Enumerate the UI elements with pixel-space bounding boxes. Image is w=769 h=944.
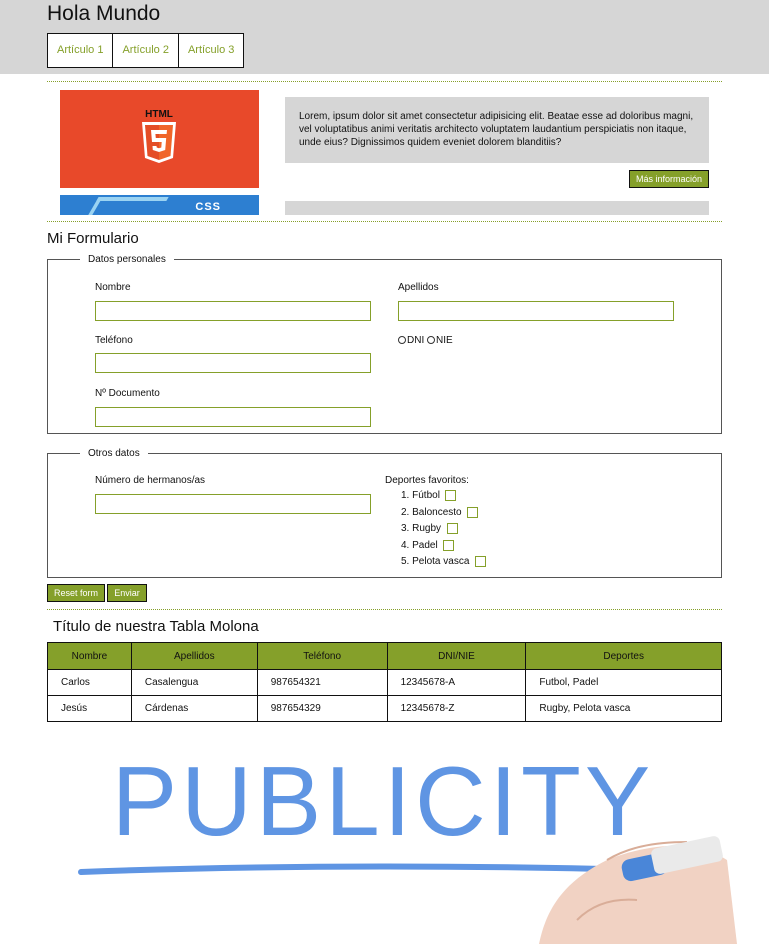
form-title: Mi Formulario: [47, 230, 139, 247]
column-header: Apellidos: [130, 642, 258, 670]
divider: [47, 81, 722, 82]
documento-label: Nº Documento: [95, 388, 160, 399]
nombre-input[interactable]: [95, 301, 371, 321]
html5-shield-icon: HTML: [142, 109, 176, 163]
divider: [47, 221, 722, 222]
css3-image: CSS: [60, 195, 259, 215]
sport-item: 3. Rugby: [401, 523, 458, 534]
html5-image: HTML: [60, 90, 259, 188]
telefono-label: Teléfono: [95, 335, 133, 346]
divider: [47, 609, 722, 610]
css3-logo-icon: [81, 197, 169, 215]
article-card: Lorem, ipsum dolor sit amet consectetur …: [285, 97, 709, 163]
table-cell: Casalengua: [130, 669, 258, 696]
nav-link-articulo-1[interactable]: Artículo 1: [48, 34, 114, 67]
table-header-row: Nombre Apellidos Teléfono DNI/NIE Deport…: [47, 642, 722, 670]
deportes-label: Deportes favoritos:: [385, 475, 469, 486]
documento-input[interactable]: [95, 407, 371, 427]
article-card-2: [285, 201, 709, 215]
dni-label: DNI: [407, 335, 425, 346]
pelota-vasca-checkbox[interactable]: [474, 556, 486, 567]
rugby-checkbox[interactable]: [446, 523, 458, 534]
apellidos-input[interactable]: [398, 301, 674, 321]
nombre-label: Nombre: [95, 282, 131, 293]
article-text: Lorem, ipsum dolor sit amet consectetur …: [299, 111, 694, 148]
table-cell: Carlos: [47, 669, 132, 696]
hermanos-label: Número de hermanos/as: [95, 475, 206, 486]
publicity-text: PUBLICITY: [112, 746, 654, 856]
publicity-image: PUBLICITY: [78, 746, 737, 944]
people-table: Nombre Apellidos Teléfono DNI/NIE Deport…: [47, 642, 722, 722]
table-cell: 987654329: [256, 695, 388, 722]
sport-item: 5. Pelota vasca: [401, 556, 486, 567]
document-type-radio-group: DNI NIE: [398, 335, 453, 346]
hermanos-input[interactable]: [95, 494, 371, 514]
telefono-input[interactable]: [95, 353, 371, 373]
table-row: Carlos Casalengua 987654321 12345678-A F…: [47, 669, 722, 696]
nie-radio[interactable]: [427, 336, 436, 345]
submit-button[interactable]: Enviar: [107, 584, 147, 602]
apellidos-label: Apellidos: [398, 282, 439, 293]
column-header: Teléfono: [256, 642, 388, 670]
dni-radio[interactable]: [398, 336, 406, 345]
table-cell: 12345678-Z: [386, 695, 527, 722]
nav-link-articulo-2[interactable]: Artículo 2: [113, 34, 179, 67]
sport-item: 1. Fútbol: [401, 490, 457, 501]
table-cell: Jesús: [47, 695, 132, 722]
nav-link-articulo-3[interactable]: Artículo 3: [179, 34, 243, 67]
table-title: Título de nuestra Tabla Molona: [53, 618, 259, 635]
site-title: Hola Mundo: [47, 2, 161, 25]
reset-button[interactable]: Reset form: [47, 584, 105, 602]
other-data-legend: Otros datos: [88, 448, 140, 459]
column-header: Deportes: [525, 642, 722, 670]
baloncesto-checkbox[interactable]: [467, 507, 479, 518]
nie-label: NIE: [436, 335, 453, 346]
personal-data-legend: Datos personales: [88, 254, 166, 265]
table-row: Jesús Cárdenas 987654329 12345678-Z Rugb…: [47, 695, 722, 722]
publicity-banner[interactable]: PUBLICITY: [47, 730, 769, 944]
column-header: Nombre: [47, 642, 132, 670]
padel-checkbox[interactable]: [443, 540, 455, 551]
futbol-checkbox[interactable]: [445, 490, 457, 501]
site-header: Hola Mundo Artículo 1 Artículo 2 Artícul…: [0, 0, 769, 74]
svg-text:HTML: HTML: [145, 109, 173, 120]
more-info-button[interactable]: Más información: [629, 170, 709, 188]
sport-item: 4. Padel: [401, 540, 455, 551]
table-cell: Cárdenas: [130, 695, 258, 722]
column-header: DNI/NIE: [386, 642, 527, 670]
sport-item: 2. Baloncesto: [401, 507, 479, 518]
table-cell: Rugby, Pelota vasca: [525, 695, 722, 722]
table-cell: Futbol, Padel: [525, 669, 722, 696]
table-cell: 987654321: [256, 669, 388, 696]
table-cell: 12345678-A: [386, 669, 527, 696]
main-nav: Artículo 1 Artículo 2 Artículo 3: [47, 33, 245, 68]
